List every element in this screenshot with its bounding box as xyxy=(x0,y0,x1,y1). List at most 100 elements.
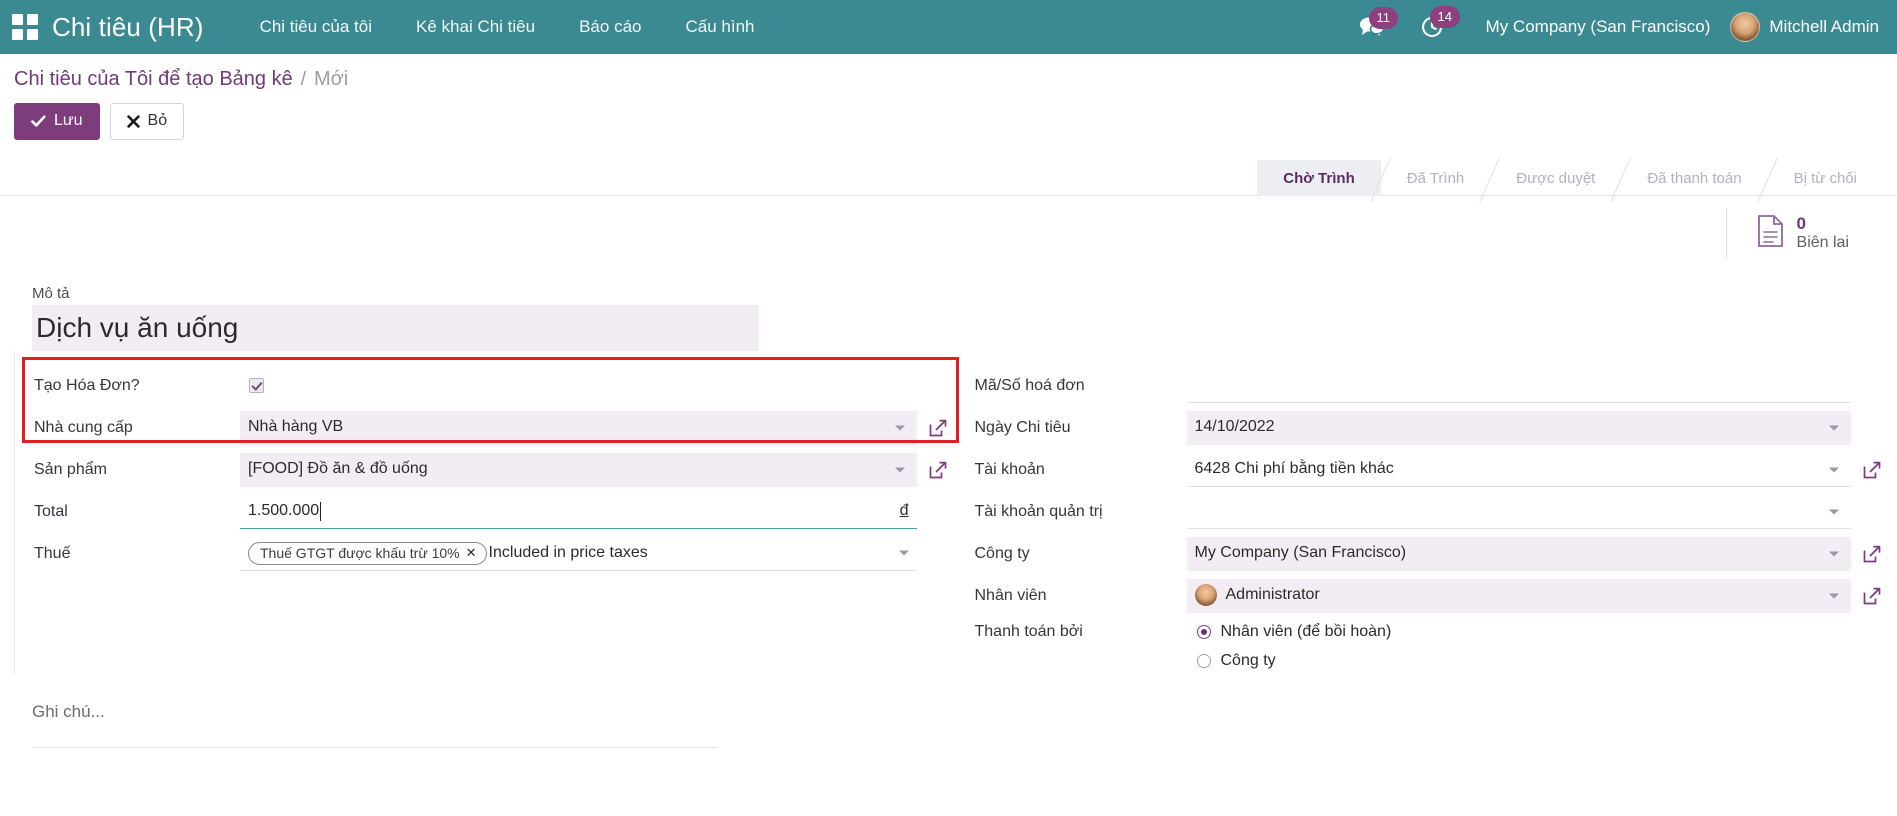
tax-dropdown-caret-icon[interactable] xyxy=(899,551,909,556)
paid-by-company-radio[interactable] xyxy=(1197,654,1211,668)
activities-menu-button[interactable]: 14 xyxy=(1402,15,1462,39)
paid-by-employee-label: Nhân viên (để bồi hoàn) xyxy=(1221,623,1392,641)
discard-button[interactable]: Bỏ xyxy=(110,103,185,140)
field-value-vendor: Nhà hàng VB xyxy=(240,407,949,449)
notes-block: Ghi chú... xyxy=(14,674,1883,748)
field-value-tax: Thuế GTGT được khấu trừ 10% ✕ Included i… xyxy=(240,533,949,575)
field-paid-by: Thanh toán bởi Nhân viên (để bồi hoàn) C… xyxy=(973,617,1884,674)
field-value-paid-by: Nhân viên (để bồi hoàn) Công ty xyxy=(1187,617,1884,674)
top-navbar: Chi tiêu (HR) Chi tiêu của tôi Kê khai C… xyxy=(0,0,1897,54)
field-label-product: Sản phẩm xyxy=(32,449,240,491)
status-stage-paid[interactable]: Đã thanh toán xyxy=(1621,160,1767,196)
employee-input[interactable]: Administrator xyxy=(1187,579,1852,613)
field-company: Công ty My Company (San Francisco) xyxy=(973,533,1884,575)
total-input[interactable]: 1.500.000 đ xyxy=(240,495,917,529)
field-label-vendor: Nhà cung cấp xyxy=(32,407,240,449)
vendor-dropdown-caret-icon[interactable] xyxy=(895,425,905,430)
messages-menu-button[interactable]: 11 xyxy=(1341,16,1402,38)
tax-tag[interactable]: Thuế GTGT được khấu trừ 10% ✕ xyxy=(248,542,487,565)
tax-input[interactable]: Thuế GTGT được khấu trừ 10% ✕ Included i… xyxy=(240,537,917,571)
field-value-create-invoice xyxy=(240,365,949,407)
field-value-company: My Company (San Francisco) xyxy=(1187,533,1884,575)
company-switcher[interactable]: My Company (San Francisco) xyxy=(1462,17,1727,37)
check-icon xyxy=(31,115,46,128)
expense-date-input[interactable]: 14/10/2022 xyxy=(1187,411,1852,445)
invoice-ref-input[interactable] xyxy=(1187,369,1852,403)
status-stage-submitted[interactable]: Đã Trình xyxy=(1381,160,1491,196)
field-product: Sản phẩm [FOOD] Đồ ăn & đồ uống xyxy=(32,449,949,491)
vendor-open-record-icon[interactable] xyxy=(927,417,949,439)
user-menu[interactable]: Mitchell Admin xyxy=(1726,12,1879,42)
receipts-label: Biên lai xyxy=(1797,234,1849,252)
product-open-record-icon[interactable] xyxy=(927,459,949,481)
menu-item-reporting[interactable]: Báo cáo xyxy=(557,9,663,45)
field-label-invoice-ref: Mã/Số hoá đơn xyxy=(973,365,1187,407)
form-action-buttons: Lưu Bỏ xyxy=(0,91,1897,140)
field-label-analytic-account: Tài khoản quản trị xyxy=(973,491,1187,533)
left-column: Tạo Hóa Đơn? Nhà cung cấp Nhà hàng VB xyxy=(14,365,949,674)
main-menu: Chi tiêu của tôi Kê khai Chi tiêu Báo cá… xyxy=(238,9,777,45)
total-currency-symbol: đ xyxy=(900,502,909,520)
navbar-right-group: 11 14 My Company (San Francisco) Mitchel… xyxy=(1341,12,1879,42)
vendor-input[interactable]: Nhà hàng VB xyxy=(240,411,917,445)
company-input[interactable]: My Company (San Francisco) xyxy=(1187,537,1852,571)
receipts-stat-text: 0 Biên lai xyxy=(1797,214,1849,252)
breadcrumb-parent[interactable]: Chi tiêu của Tôi để tạo Bảng kê xyxy=(14,68,293,91)
right-column: Mã/Số hoá đơn Ngày Chi tiêu 14/10/2022 xyxy=(949,365,1884,674)
product-dropdown-caret-icon[interactable] xyxy=(895,467,905,472)
company-open-record-icon[interactable] xyxy=(1861,543,1883,565)
field-vendor: Nhà cung cấp Nhà hàng VB xyxy=(32,407,949,449)
menu-item-configuration[interactable]: Cấu hình xyxy=(663,9,776,45)
notes-input[interactable]: Ghi chú... xyxy=(32,700,718,748)
stat-button-row: 0 Biên lai xyxy=(14,196,1883,267)
paid-by-radio-group: Nhân viên (để bồi hoàn) Công ty xyxy=(1187,619,1392,672)
field-label-employee: Nhân viên xyxy=(973,575,1187,617)
field-expense-date: Ngày Chi tiêu 14/10/2022 xyxy=(973,407,1884,449)
expense-date-dropdown-caret-icon[interactable] xyxy=(1829,425,1839,430)
account-input[interactable]: 6428 Chi phí bằng tiền khác xyxy=(1187,453,1852,487)
paid-by-company-label: Công ty xyxy=(1221,652,1276,670)
control-panel: Chi tiêu của Tôi để tạo Bảng kê / Mới Lư… xyxy=(0,54,1897,196)
tax-tag-label: Thuế GTGT được khấu trừ 10% xyxy=(260,545,460,561)
status-stage-to-submit[interactable]: Chờ Trình xyxy=(1257,160,1381,196)
form-sheet-background: 0 Biên lai Mô tả Dịch vụ ăn uống Tạo Hóa… xyxy=(0,196,1897,748)
analytic-account-dropdown-caret-icon[interactable] xyxy=(1829,509,1839,514)
product-input[interactable]: [FOOD] Đồ ăn & đồ uống xyxy=(240,453,917,487)
company-dropdown-caret-icon[interactable] xyxy=(1829,551,1839,556)
employee-avatar xyxy=(1195,584,1217,606)
paid-by-option-employee[interactable]: Nhân viên (để bồi hoàn) xyxy=(1197,623,1392,641)
field-value-invoice-ref xyxy=(1187,365,1884,407)
statusbar: Chờ Trình Đã Trình Được duyệt Đã thanh t… xyxy=(1257,160,1883,196)
field-analytic-account: Tài khoản quản trị xyxy=(973,491,1884,533)
apps-grid-icon[interactable] xyxy=(12,14,38,40)
app-brand-title[interactable]: Chi tiêu (HR) xyxy=(52,12,204,43)
tag-remove-icon[interactable]: ✕ xyxy=(466,545,477,561)
paid-by-option-company[interactable]: Công ty xyxy=(1197,652,1392,670)
field-value-expense-date: 14/10/2022 xyxy=(1187,407,1884,449)
analytic-account-input[interactable] xyxy=(1187,495,1852,529)
employee-dropdown-caret-icon[interactable] xyxy=(1829,593,1839,598)
paid-by-employee-radio[interactable] xyxy=(1197,625,1211,639)
create-invoice-checkbox[interactable] xyxy=(249,378,264,393)
employee-name: Administrator xyxy=(1226,586,1320,604)
employee-open-record-icon[interactable] xyxy=(1861,585,1883,607)
form-sheet: 0 Biên lai Mô tả Dịch vụ ăn uống Tạo Hóa… xyxy=(0,196,1897,748)
menu-item-my-expenses[interactable]: Chi tiêu của tôi xyxy=(238,9,394,45)
column-divider xyxy=(14,351,15,674)
statusbar-container: Chờ Trình Đã Trình Được duyệt Đã thanh t… xyxy=(0,154,1897,196)
description-input[interactable]: Dịch vụ ăn uống xyxy=(32,305,759,351)
status-stage-refused[interactable]: Bị từ chối xyxy=(1768,160,1883,196)
description-block: Mô tả Dịch vụ ăn uống xyxy=(14,267,1883,351)
save-button[interactable]: Lưu xyxy=(14,103,100,140)
account-open-record-icon[interactable] xyxy=(1861,459,1883,481)
field-label-paid-by: Thanh toán bởi xyxy=(973,617,1187,647)
times-icon xyxy=(127,115,140,128)
account-dropdown-caret-icon[interactable] xyxy=(1829,467,1839,472)
field-invoice-ref: Mã/Số hoá đơn xyxy=(973,365,1884,407)
status-stage-approved[interactable]: Được duyệt xyxy=(1490,160,1621,196)
receipts-stat-button[interactable]: 0 Biên lai xyxy=(1726,208,1883,259)
field-value-analytic-account xyxy=(1187,491,1884,533)
field-employee: Nhân viên Administrator xyxy=(973,575,1884,617)
save-button-label: Lưu xyxy=(54,111,83,132)
menu-item-expense-reports[interactable]: Kê khai Chi tiêu xyxy=(394,9,557,45)
